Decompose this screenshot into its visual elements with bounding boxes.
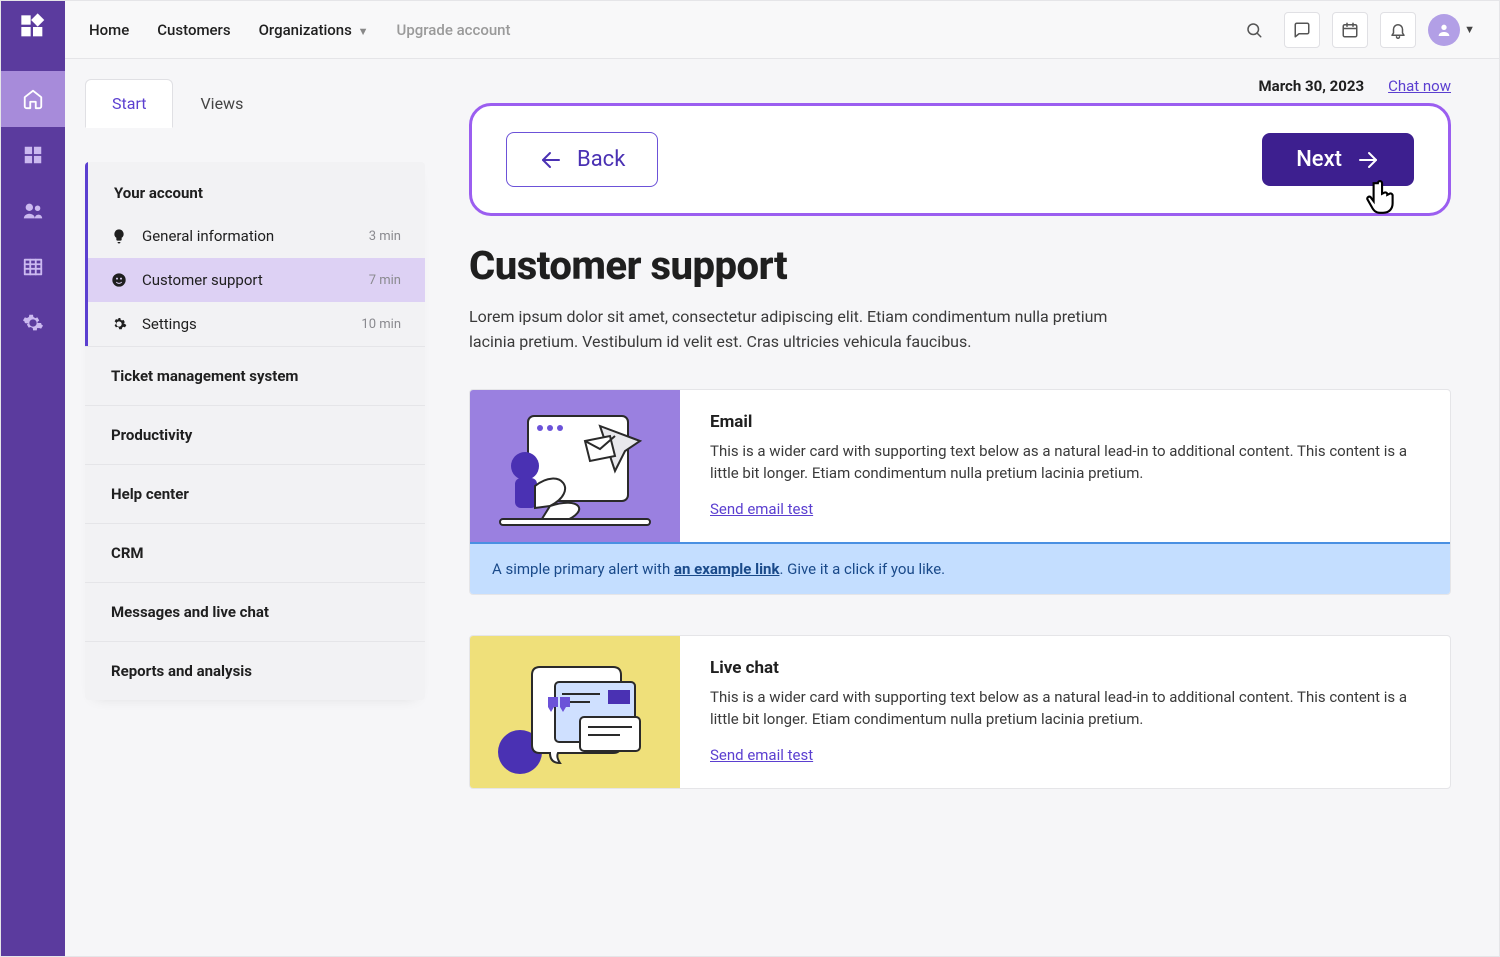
sidebar-item-help-center[interactable]: Help center bbox=[85, 464, 425, 523]
card-email: Email This is a wider card with supporti… bbox=[469, 389, 1451, 595]
nav-organizations[interactable]: Organizations ▼ bbox=[259, 21, 369, 39]
chevron-down-icon: ▼ bbox=[1464, 23, 1475, 36]
rail-home[interactable] bbox=[1, 71, 65, 127]
tab-start[interactable]: Start bbox=[85, 79, 173, 128]
send-email-test-link[interactable]: Send email test bbox=[710, 746, 813, 764]
logo-icon bbox=[19, 13, 47, 41]
rail-users[interactable] bbox=[1, 183, 65, 239]
gear-icon bbox=[110, 316, 128, 332]
alert-banner: A simple primary alert with an example l… bbox=[470, 542, 1450, 594]
sidebar-item-productivity[interactable]: Productivity bbox=[85, 405, 425, 464]
chat-icon[interactable] bbox=[1284, 12, 1320, 48]
sidebar-item-ticket-management[interactable]: Ticket management system bbox=[85, 346, 425, 405]
rail-org[interactable] bbox=[1, 239, 65, 295]
secondary-sidebar: Start Views Your account General informa… bbox=[65, 59, 445, 956]
sidebar-section-title: Your account bbox=[88, 162, 425, 214]
card-body: This is a wider card with supporting tex… bbox=[710, 440, 1422, 485]
support-icon bbox=[110, 272, 128, 288]
topbar: Home Customers Organizations ▼ Upgrade a… bbox=[65, 1, 1499, 59]
arrow-right-icon bbox=[1356, 148, 1380, 172]
card-live-chat: Live chat This is a wider card with supp… bbox=[469, 635, 1451, 789]
card-title: Email bbox=[710, 412, 1422, 432]
email-illustration bbox=[470, 390, 680, 542]
nav-home[interactable]: Home bbox=[89, 21, 129, 39]
sidebar-item-meta: 10 min bbox=[361, 317, 401, 332]
sidebar-item-reports[interactable]: Reports and analysis bbox=[85, 641, 425, 700]
nav-panel: Back Next bbox=[469, 103, 1451, 216]
nav-customers[interactable]: Customers bbox=[157, 21, 230, 39]
sidebar-item-settings[interactable]: Settings 10 min bbox=[88, 302, 425, 346]
nav-upgrade[interactable]: Upgrade account bbox=[397, 21, 511, 39]
rail-dashboard[interactable] bbox=[1, 127, 65, 183]
sidebar-item-messages[interactable]: Messages and live chat bbox=[85, 582, 425, 641]
left-rail bbox=[1, 1, 65, 956]
header-date: March 30, 2023 bbox=[1259, 77, 1365, 95]
sidebar-item-label: Settings bbox=[142, 315, 347, 333]
tab-views[interactable]: Views bbox=[173, 79, 270, 128]
card-body: This is a wider card with supporting tex… bbox=[710, 686, 1422, 731]
calendar-icon[interactable] bbox=[1332, 12, 1368, 48]
back-label: Back bbox=[577, 147, 625, 172]
arrow-left-icon bbox=[539, 148, 563, 172]
card-title: Live chat bbox=[710, 658, 1422, 678]
bulb-icon bbox=[110, 228, 128, 244]
chat-now-link[interactable]: Chat now bbox=[1388, 77, 1451, 95]
sidebar-item-label: General information bbox=[142, 227, 355, 245]
sidebar-item-general-information[interactable]: General information 3 min bbox=[88, 214, 425, 258]
user-menu[interactable]: ▼ bbox=[1428, 14, 1475, 46]
cursor-hand-icon bbox=[1364, 179, 1398, 217]
avatar-icon bbox=[1428, 14, 1460, 46]
chat-illustration bbox=[470, 636, 680, 788]
sidebar-item-customer-support[interactable]: Customer support 7 min bbox=[88, 258, 425, 302]
page-title: Customer support bbox=[469, 242, 1451, 289]
alert-example-link[interactable]: an example link bbox=[674, 560, 780, 578]
next-label: Next bbox=[1296, 147, 1342, 172]
bell-icon[interactable] bbox=[1380, 12, 1416, 48]
chevron-down-icon: ▼ bbox=[355, 25, 369, 38]
search-icon[interactable] bbox=[1236, 12, 1272, 48]
back-button[interactable]: Back bbox=[506, 132, 658, 187]
sidebar-item-meta: 7 min bbox=[369, 273, 401, 288]
send-email-test-link[interactable]: Send email test bbox=[710, 500, 813, 518]
content-area: March 30, 2023 Chat now Back Next Custom… bbox=[445, 59, 1499, 956]
sidebar-item-meta: 3 min bbox=[369, 229, 401, 244]
sidebar-item-crm[interactable]: CRM bbox=[85, 523, 425, 582]
rail-settings[interactable] bbox=[1, 295, 65, 351]
page-description: Lorem ipsum dolor sit amet, consectetur … bbox=[469, 305, 1149, 355]
sidebar-item-label: Customer support bbox=[142, 271, 355, 289]
